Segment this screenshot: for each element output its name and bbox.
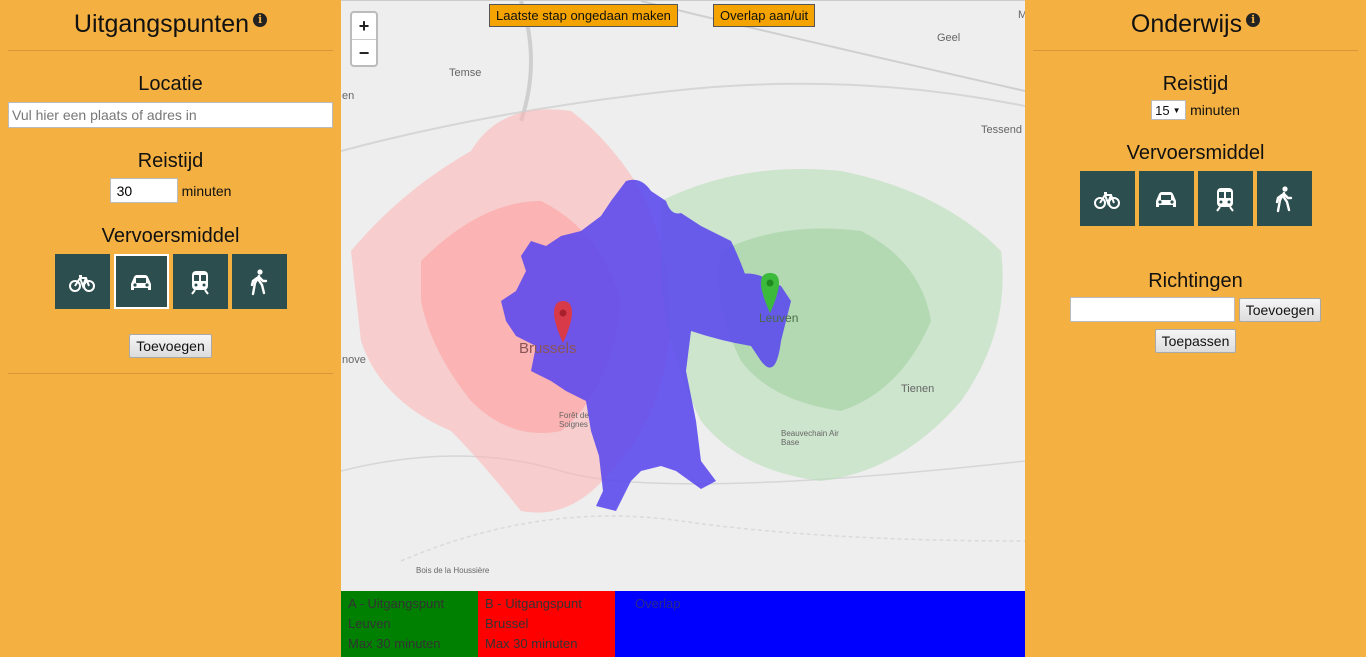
zoom-control: + − <box>350 11 378 67</box>
directions-title: Richtingen <box>1148 270 1243 292</box>
location-input[interactable] <box>8 102 333 128</box>
left-panel-title: Uitgangspunten <box>73 10 250 38</box>
left-mode-train-button[interactable] <box>172 254 228 309</box>
right-panel: Onderwijs i Reistijd 15 ▼ minuten Vervoers… <box>1025 0 1366 657</box>
map-label-geel: Geel <box>937 32 961 44</box>
legend-item-a: A - Uitgangspunt Leuven Max 30 minuten <box>341 591 478 657</box>
left-add-button[interactable]: Toevoegen <box>129 334 212 358</box>
right-mode-bike-button[interactable] <box>1079 171 1135 226</box>
left-panel: Uitgangspunteni Locatie Reistijd minuten… <box>0 0 341 657</box>
apply-button[interactable]: Toepassen <box>1154 329 1237 353</box>
chevron-down-icon: ▼ <box>1172 105 1181 115</box>
overlap-toggle-button[interactable]: Overlap aan/uit <box>713 4 816 27</box>
map-label-brussels: Brussels <box>519 340 577 357</box>
direction-input[interactable] <box>1069 297 1235 322</box>
directions-row: Toevoegen <box>1033 297 1358 322</box>
legend-b-line3: Max 30 minuten <box>485 636 578 651</box>
map-label-nove: nove <box>342 354 366 366</box>
right-mode-walk-button[interactable] <box>1256 171 1312 226</box>
train-icon <box>1216 187 1234 212</box>
travel-time-input[interactable] <box>109 178 178 203</box>
left-mode-bike-button[interactable] <box>54 254 110 309</box>
map-canvas <box>341 1 1025 562</box>
legend: A - Uitgangspunt Leuven Max 30 minuten B… <box>341 591 1025 657</box>
right-mode-car-button[interactable] <box>1138 171 1194 226</box>
map-label-beauvechain: Beauvechain Air Base <box>781 429 839 447</box>
left-mode-title: Vervoersmiddel <box>101 225 240 247</box>
legend-item-b: B - Uitgangspunt Brussel Max 30 minuten <box>478 591 615 657</box>
left-divider <box>8 373 333 374</box>
legend-a-line3: Max 30 minuten <box>348 636 441 651</box>
walk-icon <box>250 268 268 295</box>
left-add-wrap: Toevoegen <box>8 334 333 358</box>
car-icon <box>131 274 151 290</box>
legend-b-line2: Brussel <box>485 616 529 631</box>
left-mode-walk-button[interactable] <box>231 254 287 309</box>
travel-time-select-value: 15 <box>1155 102 1170 118</box>
travel-time-select[interactable]: 15 ▼ <box>1151 100 1187 120</box>
info-icon[interactable]: i <box>253 12 268 27</box>
legend-item-overlap: Overlap <box>615 591 1025 657</box>
map-label-tienen: Tienen <box>901 383 935 395</box>
right-panel-title-row: Onderwijs i <box>1033 0 1358 51</box>
map-label-foret: Forêt de Soignes <box>559 411 589 429</box>
legend-b-line1: B - Uitgangspunt <box>485 596 582 611</box>
legend-a-line2: Leuven <box>348 616 391 631</box>
legend-c-line1: Overlap <box>635 596 681 611</box>
apply-wrap: Toepassen <box>1033 329 1358 353</box>
location-title: Locatie <box>138 73 203 95</box>
train-icon <box>191 270 209 295</box>
left-mode-car-button[interactable] <box>113 254 169 309</box>
left-travel-row: minuten <box>8 178 333 203</box>
map-label-houssiere: Bois de la Houssière <box>416 566 490 575</box>
right-minutes-label: minuten <box>1190 102 1240 118</box>
right-travel-title: Reistijd <box>1162 73 1229 95</box>
legend-a-line1: A - Uitgangspunt <box>348 596 445 611</box>
map-label-en: en <box>342 90 355 102</box>
left-minutes-label: minuten <box>181 182 232 199</box>
right-mode-train-button[interactable] <box>1197 171 1253 226</box>
car-icon <box>1156 191 1176 207</box>
right-travel-row: 15 ▼ minuten <box>1033 100 1358 120</box>
right-add-button[interactable]: Toevoegen <box>1238 297 1322 322</box>
map[interactable]: Temse Geel Tessend Brussels Leuven Tiene… <box>341 0 1025 591</box>
left-panel-title-row: Uitgangspunten i <box>8 0 333 51</box>
bike-icon <box>1094 191 1120 209</box>
left-travel-title: Reistijd <box>137 150 204 172</box>
undo-button[interactable]: Laatste stap ongedaan maken <box>489 4 678 27</box>
zoom-out-button[interactable]: − <box>352 39 376 65</box>
zoom-in-button[interactable]: + <box>352 13 376 39</box>
right-mode-title: Vervoersmiddel <box>1126 142 1265 164</box>
bike-icon <box>69 274 95 292</box>
map-label-m: M <box>1018 9 1025 21</box>
info-icon[interactable]: i <box>1246 12 1261 27</box>
map-label-temse: Temse <box>449 67 482 79</box>
map-label-leuven: Leuven <box>759 311 799 325</box>
map-label-tessend: Tessend <box>981 124 1022 136</box>
left-mode-row <box>8 254 333 309</box>
walk-icon <box>1275 185 1293 212</box>
right-mode-row <box>1033 171 1358 226</box>
right-panel-title: Onderwijs <box>1130 10 1243 38</box>
